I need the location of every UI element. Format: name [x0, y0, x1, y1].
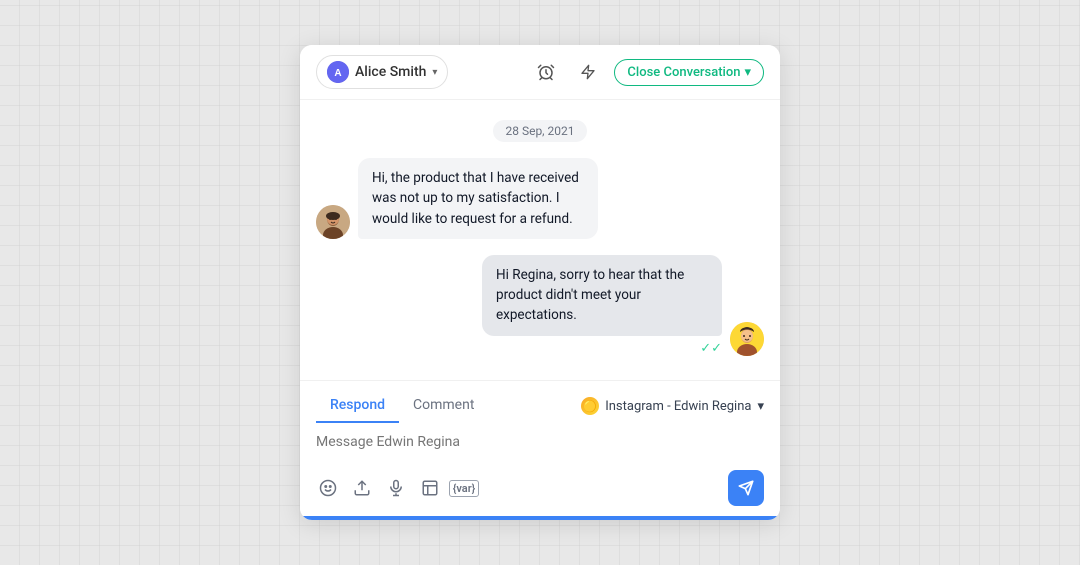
- outgoing-avatar: [730, 322, 764, 356]
- message-input[interactable]: [316, 432, 764, 456]
- tab-respond[interactable]: Respond: [316, 389, 399, 423]
- close-conversation-label: Close Conversation: [627, 65, 740, 80]
- svg-text:A: A: [334, 68, 341, 79]
- header-right: Close Conversation ▾: [530, 56, 764, 88]
- bolt-icon[interactable]: [572, 56, 604, 88]
- messages-area: 28 Sep, 2021 Hi, the product that I have…: [300, 100, 780, 380]
- contact-name: Alice Smith: [355, 64, 426, 80]
- double-check-icon: ✓✓: [700, 341, 722, 356]
- channel-icon: 🟡: [581, 397, 599, 415]
- channel-selector[interactable]: 🟡 Instagram - Edwin Regina ▾: [581, 397, 764, 415]
- toolbar-left: {var}: [316, 476, 476, 500]
- message-row-outgoing: Hi Regina, sorry to hear that the produc…: [316, 255, 764, 356]
- chevron-down-icon: ▾: [432, 67, 437, 78]
- attach-icon[interactable]: [350, 476, 374, 500]
- outgoing-message-bubble: Hi Regina, sorry to hear that the produc…: [482, 255, 722, 336]
- mic-icon[interactable]: [384, 476, 408, 500]
- incoming-avatar: [316, 205, 350, 239]
- var-icon[interactable]: {var}: [452, 476, 476, 500]
- message-input-area: [300, 423, 780, 464]
- var-label: {var}: [449, 480, 480, 497]
- chat-footer: Respond Comment 🟡 Instagram - Edwin Regi…: [300, 380, 780, 520]
- incoming-message-text: Hi, the product that I have received was…: [372, 170, 579, 227]
- bottom-bar: [300, 516, 780, 520]
- outgoing-message-text: Hi Regina, sorry to hear that the produc…: [496, 267, 684, 324]
- channel-label: Instagram - Edwin Regina: [605, 399, 751, 414]
- tabs-row: Respond Comment 🟡 Instagram - Edwin Regi…: [300, 381, 780, 423]
- message-row: Hi, the product that I have received was…: [316, 158, 764, 239]
- incoming-message-bubble: Hi, the product that I have received was…: [358, 158, 598, 239]
- read-receipts: ✓✓: [700, 341, 722, 356]
- close-conversation-button[interactable]: Close Conversation ▾: [614, 59, 764, 86]
- chat-window: A Alice Smith ▾: [300, 45, 780, 520]
- send-button[interactable]: [728, 470, 764, 506]
- tab-comment[interactable]: Comment: [399, 389, 488, 423]
- contact-avatar-small: A: [327, 61, 349, 83]
- close-chevron-icon: ▾: [744, 65, 751, 80]
- contact-selector[interactable]: A Alice Smith ▾: [316, 55, 448, 89]
- channel-chevron-icon: ▾: [757, 399, 764, 414]
- chat-header: A Alice Smith ▾: [300, 45, 780, 100]
- emoji-icon[interactable]: [316, 476, 340, 500]
- alarm-icon[interactable]: [530, 56, 562, 88]
- date-badge: 28 Sep, 2021: [493, 120, 586, 142]
- toolbar-row: {var}: [300, 464, 780, 516]
- template-icon[interactable]: [418, 476, 442, 500]
- date-divider: 28 Sep, 2021: [316, 120, 764, 142]
- tabs-left: Respond Comment: [316, 389, 488, 423]
- header-left: A Alice Smith ▾: [316, 55, 448, 89]
